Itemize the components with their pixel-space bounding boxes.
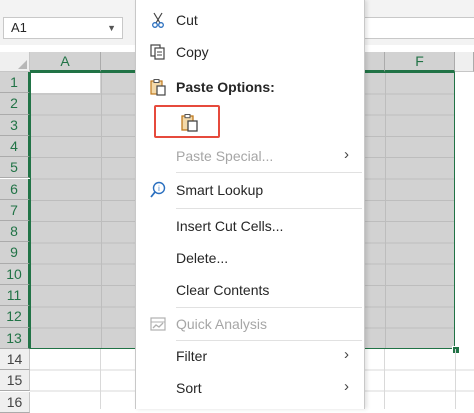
row-header-label: 5 xyxy=(10,159,18,176)
row-header-1[interactable]: 1 xyxy=(0,72,30,94)
menu-item-label: Copy xyxy=(176,44,209,60)
row-header-label: 14 xyxy=(6,350,23,367)
menu-item-quick-analysis[interactable]: Quick Analysis xyxy=(136,312,364,336)
menu-item-filter[interactable]: Filter › xyxy=(136,344,364,368)
column-header-f[interactable]: F xyxy=(385,52,455,72)
menu-item-sort[interactable]: Sort › xyxy=(136,376,364,400)
row-header-2[interactable]: 2 xyxy=(0,93,30,115)
row-header-label: 1 xyxy=(10,74,18,90)
row-header-label: 11 xyxy=(6,287,22,303)
row-header-label: 13 xyxy=(6,329,22,346)
menu-item-label: Insert Cut Cells... xyxy=(176,218,284,234)
paste-clipboard-icon xyxy=(180,113,200,133)
menu-item-label: Cut xyxy=(176,12,198,28)
chevron-right-icon: › xyxy=(344,146,349,163)
row-header-label: 4 xyxy=(10,137,18,154)
context-menu: Cut Copy Paste Options: Paste Special...… xyxy=(135,0,365,409)
row-header-16[interactable]: 16 xyxy=(0,391,30,413)
quick-analysis-icon xyxy=(149,315,167,333)
row-header-12[interactable]: 12 xyxy=(0,306,30,328)
chevron-right-icon: › xyxy=(344,378,349,395)
menu-item-label: Quick Analysis xyxy=(176,316,268,332)
row-header-label: 7 xyxy=(10,201,18,218)
row-header-6[interactable]: 6 xyxy=(0,178,30,200)
menu-item-label: Paste Options: xyxy=(176,79,275,95)
copy-icon xyxy=(149,43,167,61)
menu-item-clear-contents[interactable]: Clear Contents xyxy=(136,278,364,302)
row-header-label: 3 xyxy=(10,116,18,133)
chevron-down-icon[interactable]: ▼ xyxy=(107,18,116,38)
clipboard-icon xyxy=(149,78,167,96)
row-header-8[interactable]: 8 xyxy=(0,221,30,243)
name-box[interactable]: A1 ▼ xyxy=(3,17,123,39)
row-header-11[interactable]: 11 xyxy=(0,285,30,307)
menu-item-delete[interactable]: Delete... xyxy=(136,246,364,270)
row-header-label: 8 xyxy=(10,223,18,240)
column-header-a[interactable]: A xyxy=(30,52,101,72)
row-header-3[interactable]: 3 xyxy=(0,114,30,136)
row-header-10[interactable]: 10 xyxy=(0,263,30,285)
menu-item-copy[interactable]: Copy xyxy=(136,40,364,64)
row-header-label: 10 xyxy=(6,265,22,282)
menu-item-cut[interactable]: Cut xyxy=(136,8,364,32)
column-header-label: A xyxy=(60,53,70,69)
menu-item-label: Paste Special... xyxy=(176,148,274,164)
paste-button[interactable] xyxy=(154,105,220,138)
menu-item-label: Filter xyxy=(176,348,208,364)
row-header-7[interactable]: 7 xyxy=(0,199,30,222)
svg-text:i: i xyxy=(158,185,160,193)
menu-item-label: Smart Lookup xyxy=(176,182,264,198)
menu-separator xyxy=(176,172,362,173)
select-all-button[interactable] xyxy=(0,52,30,72)
column-header-b[interactable] xyxy=(101,52,135,72)
column-header-e[interactable] xyxy=(363,52,385,72)
row-header-13[interactable]: 13 xyxy=(0,327,30,349)
row-header-label: 6 xyxy=(10,180,18,197)
row-header-15[interactable]: 15 xyxy=(0,370,30,392)
column-header-label: F xyxy=(415,53,424,69)
row-header-label: 9 xyxy=(10,244,18,261)
menu-item-insert-cut-cells[interactable]: Insert Cut Cells... xyxy=(136,214,364,238)
row-header-9[interactable]: 9 xyxy=(0,242,30,264)
menu-item-paste-options: Paste Options: xyxy=(136,75,364,99)
menu-item-label: Sort xyxy=(176,380,202,396)
chevron-right-icon: › xyxy=(344,346,349,363)
column-header-g[interactable] xyxy=(455,52,474,72)
row-header-5[interactable]: 5 xyxy=(0,157,30,179)
row-header-14[interactable]: 14 xyxy=(0,348,30,371)
select-all-triangle-icon xyxy=(18,60,27,69)
name-box-value: A1 xyxy=(11,20,27,35)
menu-item-paste-special[interactable]: Paste Special... › xyxy=(136,144,364,168)
row-header-label: 2 xyxy=(10,95,18,112)
active-cell-a1[interactable] xyxy=(31,73,100,93)
formula-input[interactable] xyxy=(364,17,474,39)
menu-item-label: Clear Contents xyxy=(176,282,270,298)
row-header-label: 15 xyxy=(6,372,23,389)
menu-item-smart-lookup[interactable]: i Smart Lookup xyxy=(136,178,364,202)
menu-separator xyxy=(176,340,362,341)
menu-item-label: Delete... xyxy=(176,250,229,266)
menu-separator xyxy=(176,208,362,209)
row-header-label: 16 xyxy=(6,393,23,410)
row-header-4[interactable]: 4 xyxy=(0,135,30,158)
scissors-icon xyxy=(149,11,167,29)
row-header-label: 12 xyxy=(6,308,22,325)
menu-separator xyxy=(176,307,362,308)
smart-lookup-icon: i xyxy=(149,181,167,199)
